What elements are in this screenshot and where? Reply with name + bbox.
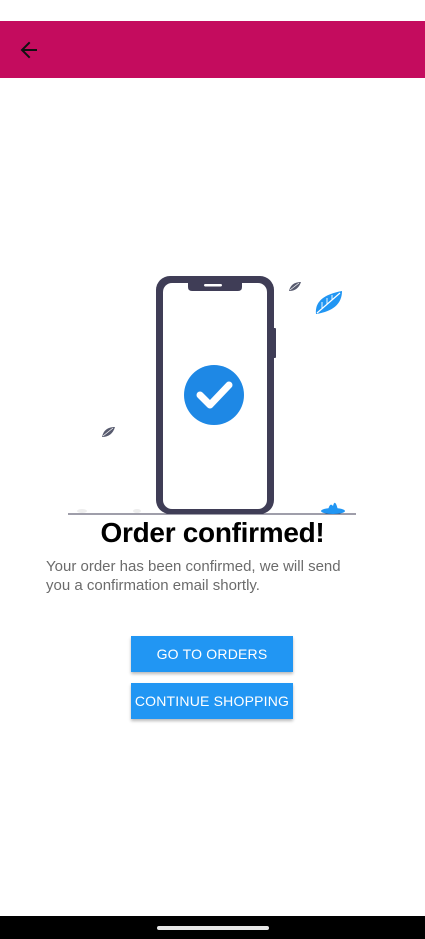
home-indicator[interactable] <box>157 926 269 930</box>
check-circle-icon <box>184 365 244 425</box>
phone-check-illustration <box>60 262 365 520</box>
order-confirmed-screen: Order confirmed! Your order has been con… <box>0 0 425 939</box>
arrow-left-icon <box>20 41 37 59</box>
back-button[interactable] <box>12 33 46 67</box>
app-bar <box>0 21 425 78</box>
leaf-gray-icon <box>289 282 301 291</box>
leaf-gray-icon <box>102 427 115 437</box>
page-title: Order confirmed! <box>100 517 325 548</box>
confirmation-message: Your order has been confirmed, we will s… <box>46 558 341 594</box>
system-navigation-bar <box>0 916 425 939</box>
leaf-blue-icon <box>315 291 342 314</box>
status-bar <box>0 0 425 21</box>
plant-icon <box>321 502 345 514</box>
continue-shopping-button[interactable]: CONTINUE SHOPPING <box>131 683 293 719</box>
go-to-orders-button[interactable]: GO TO ORDERS <box>131 636 293 672</box>
